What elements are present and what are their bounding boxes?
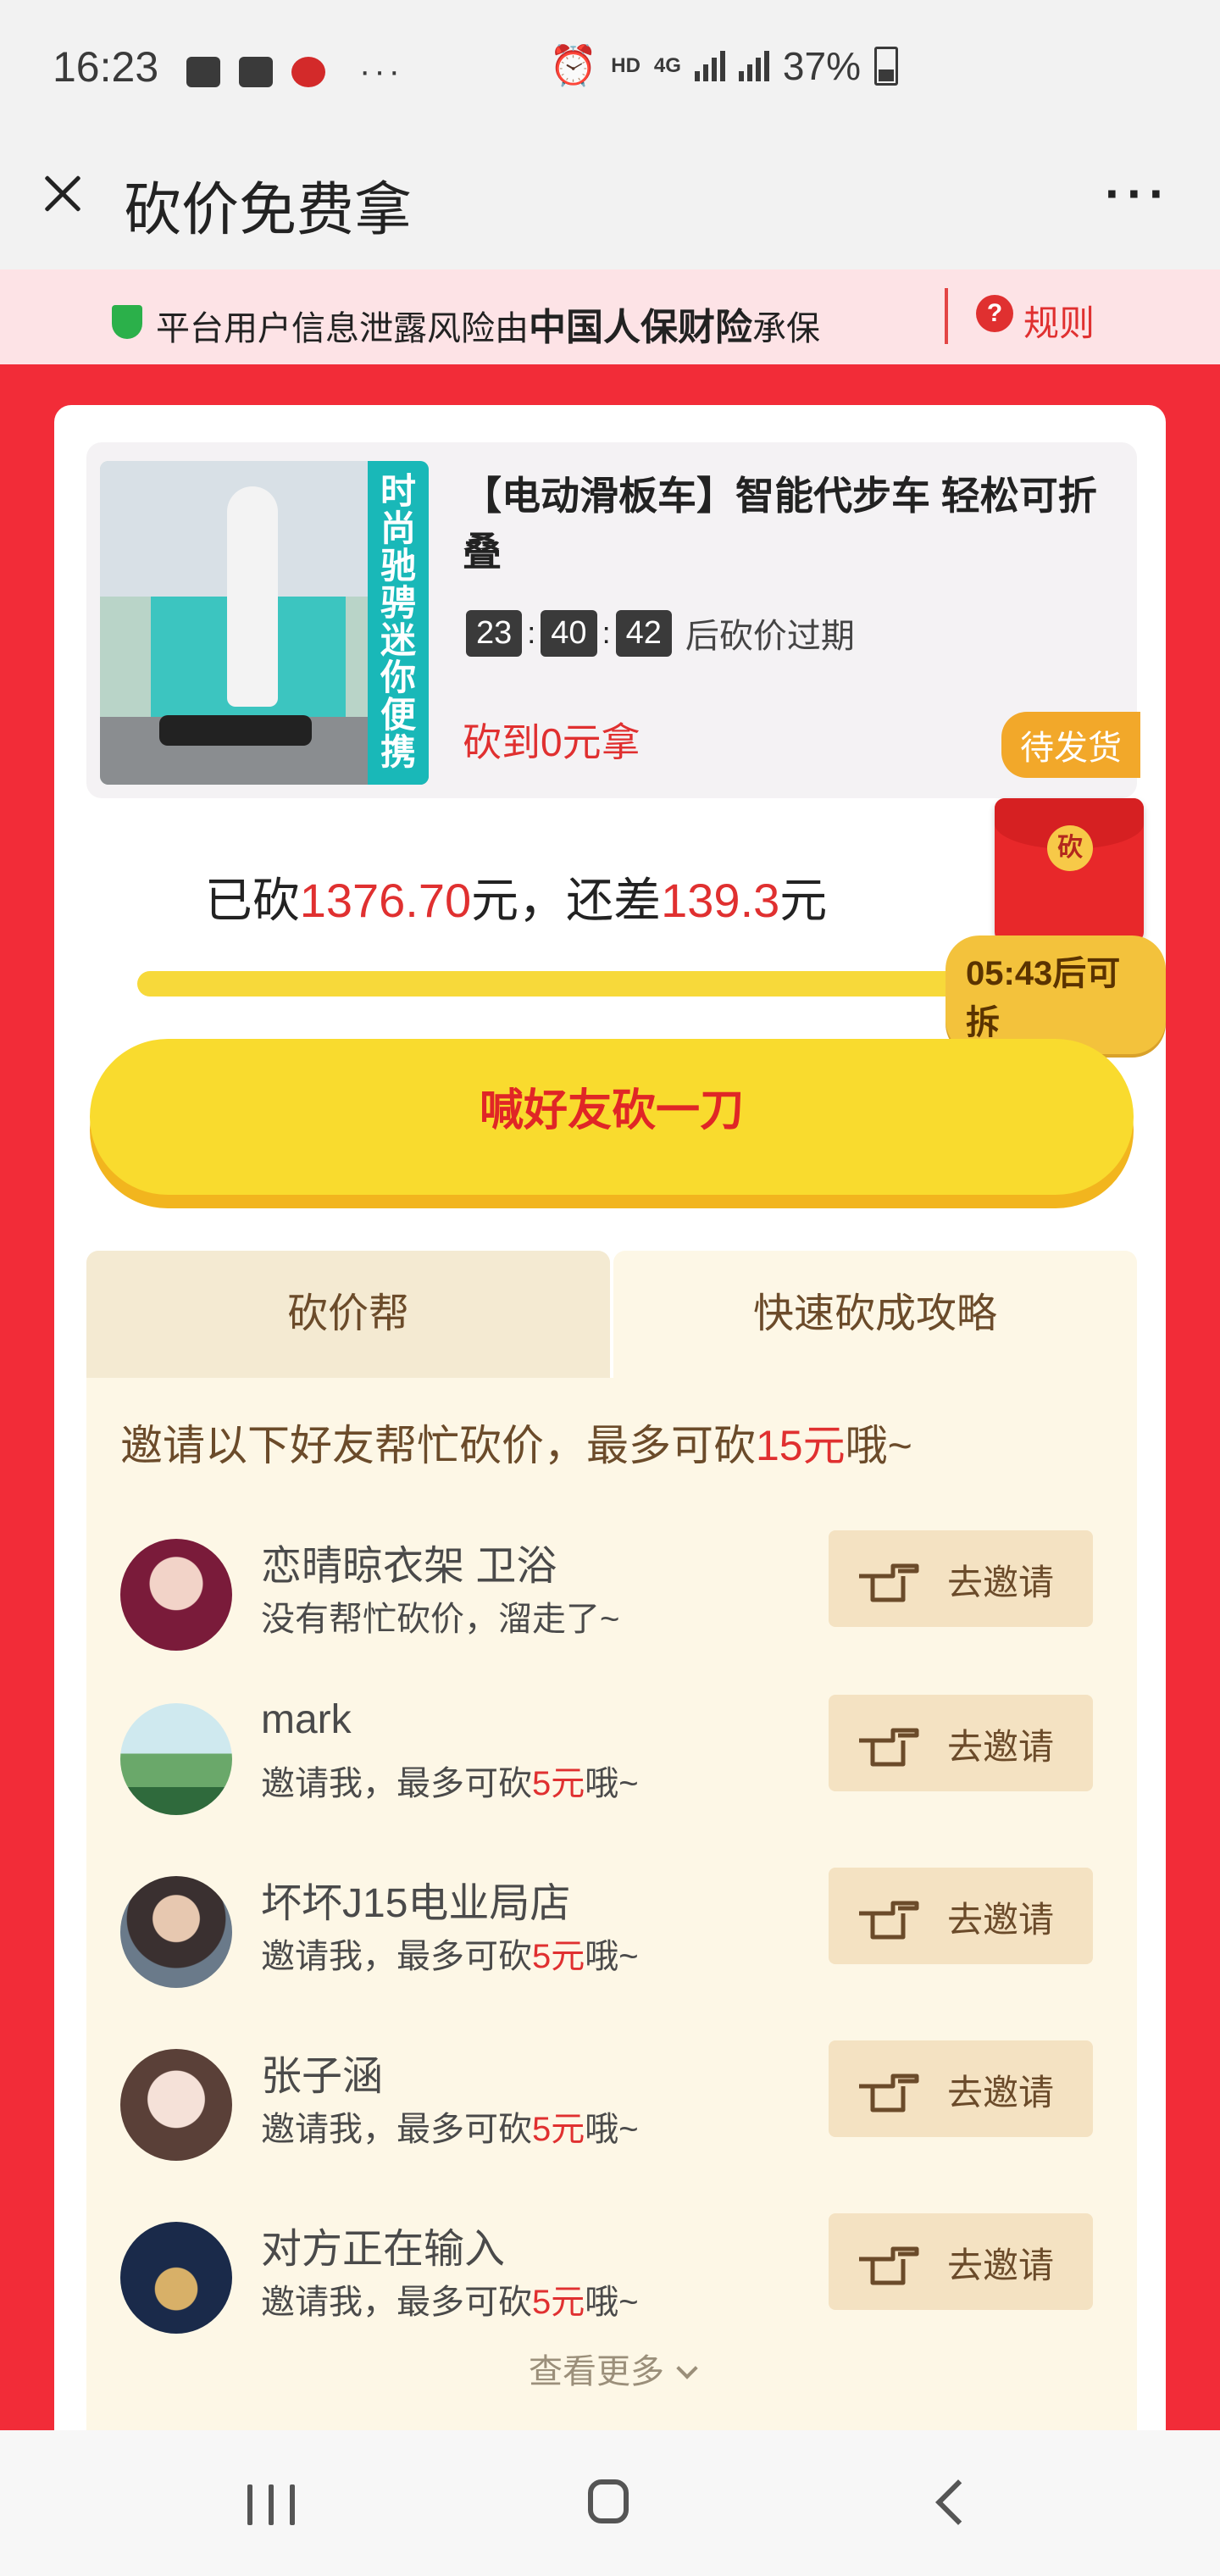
invite-cut-button[interactable]: 喊好友砍一刀	[90, 1039, 1134, 1195]
invite-button[interactable]: 去邀请	[829, 1530, 1093, 1627]
remaining-amount: 139.3	[661, 874, 780, 927]
system-icons: ⏰ HD 4G 37%	[549, 42, 898, 89]
recents-icon[interactable]	[247, 2484, 295, 2525]
product-price-text: 砍到0元拿	[463, 720, 640, 764]
pointing-hand-icon	[859, 1901, 919, 1940]
signal-icon	[694, 50, 725, 81]
countdown-hours: 23	[466, 609, 523, 657]
friend-name: 对方正在输入	[261, 2227, 506, 2272]
pointing-hand-icon	[859, 2246, 919, 2285]
gallery-icon	[186, 56, 220, 87]
bargain-card: 时尚驰骋 迷你便携 【电动滑板车】智能代步车 轻松可折叠 23 : 40 : 4…	[54, 405, 1166, 2430]
countdown-seconds: 42	[615, 609, 672, 657]
countdown-minutes: 40	[541, 609, 597, 657]
status-badge: 待发货	[1001, 712, 1140, 778]
invite-button[interactable]: 去邀请	[829, 1868, 1093, 1964]
avatar	[120, 1876, 232, 1988]
network-type: 4G	[653, 53, 681, 77]
notification-icons: ···	[186, 53, 403, 91]
question-icon[interactable]: ?	[976, 295, 1013, 332]
friend-desc: 邀请我，最多可砍5元哦~	[261, 2284, 639, 2321]
system-nav-bar	[0, 2430, 1220, 2576]
friend-name: 张子涵	[261, 2054, 384, 2099]
product-image: 时尚驰骋 迷你便携	[100, 461, 429, 785]
invite-button[interactable]: 去邀请	[829, 2040, 1093, 2137]
signal-icon-2	[738, 50, 769, 81]
bargain-progress-text: 已砍1376.70元，还差139.3元	[204, 874, 828, 927]
avatar	[120, 2222, 232, 2334]
close-icon[interactable]	[36, 166, 90, 220]
invite-button-label: 去邀请	[947, 1900, 1055, 1940]
bank-icon	[291, 56, 325, 87]
product-image-caption: 时尚驰骋 迷你便携	[368, 461, 429, 785]
shield-icon	[112, 305, 142, 339]
rules-link[interactable]: 规则	[1023, 295, 1095, 347]
title-bar: 砍价免费拿 ···	[0, 144, 1220, 269]
list-item: 张子涵 邀请我，最多可砍5元哦~ 去邀请	[86, 2040, 1137, 2210]
invite-button[interactable]: 去邀请	[829, 2213, 1093, 2310]
unlock-timer-badge: 05:43后可拆	[946, 935, 1166, 1054]
red-packet[interactable]: 砍	[995, 798, 1144, 942]
pointing-hand-icon	[859, 1728, 919, 1767]
invite-button-label: 去邀请	[947, 1563, 1055, 1602]
chevron-down-icon	[676, 2357, 698, 2379]
friend-desc: 邀请我，最多可砍5元哦~	[261, 1938, 639, 1975]
list-item: 坏坏J15电业局店 邀请我，最多可砍5元哦~ 去邀请	[86, 1868, 1137, 2037]
pointing-hand-icon	[859, 2074, 919, 2112]
back-icon[interactable]	[935, 2479, 981, 2525]
cut-amount: 1376.70	[299, 874, 472, 927]
invite-hint: 邀请以下好友帮忙砍价，最多可砍15元哦~	[120, 1422, 912, 1469]
status-bar: 16:23 ··· ⏰ HD 4G 37%	[0, 0, 1220, 144]
more-menu-button[interactable]: ···	[1105, 164, 1171, 223]
invite-button-label: 去邀请	[947, 1727, 1055, 1767]
tab-quick-strategy[interactable]: 快速砍成攻略	[613, 1251, 1137, 1378]
tab-bar: 砍价帮 快速砍成攻略	[86, 1251, 1137, 1378]
notice-divider	[945, 288, 948, 344]
battery-icon	[874, 46, 898, 86]
alarm-icon: ⏰	[548, 43, 598, 87]
product-card[interactable]: 时尚驰骋 迷你便携 【电动滑板车】智能代步车 轻松可折叠 23 : 40 : 4…	[86, 442, 1140, 798]
countdown-label: 后砍价过期	[685, 618, 855, 655]
product-title: 【电动滑板车】智能代步车 轻松可折叠	[463, 474, 1097, 574]
battery-percent: 37%	[782, 43, 861, 88]
invite-button[interactable]: 去邀请	[829, 1695, 1093, 1791]
friend-desc: 邀请我，最多可砍5元哦~	[261, 2111, 639, 2148]
status-time: 16:23	[53, 43, 159, 91]
invite-cut-label: 喊好友砍一刀	[479, 1086, 744, 1135]
list-item: 恋晴晾衣架 卫浴 没有帮忙砍价，溜走了~ 去邀请	[86, 1530, 1137, 1700]
invite-button-label: 去邀请	[947, 2073, 1055, 2112]
home-icon[interactable]	[588, 2479, 629, 2523]
app-icon	[239, 56, 273, 87]
pointing-hand-icon	[859, 1563, 919, 1602]
avatar	[120, 2049, 232, 2161]
friend-name: 坏坏J15电业局店	[261, 1881, 571, 1926]
friend-desc: 没有帮忙砍价，溜走了~	[261, 1601, 620, 1638]
friend-name: mark	[261, 1697, 352, 1742]
avatar	[120, 1703, 232, 1815]
red-packet-coin-icon: 砍	[1047, 825, 1093, 871]
hd-label: HD	[611, 53, 640, 77]
tab-bargain-help[interactable]: 砍价帮	[86, 1251, 610, 1378]
friend-name: 恋晴晾衣架 卫浴	[261, 1544, 557, 1589]
see-more-link[interactable]: 查看更多	[86, 2344, 1137, 2393]
page-title: 砍价免费拿	[124, 178, 413, 242]
list-item: mark 邀请我，最多可砍5元哦~ 去邀请	[86, 1695, 1137, 1864]
expiry-countdown: 23 : 40 : 42 后砍价过期	[466, 608, 855, 658]
avatar	[120, 1539, 232, 1651]
invite-button-label: 去邀请	[947, 2246, 1055, 2285]
notice-text: 平台用户信息泄露风险由中国人保财险承保	[156, 307, 820, 348]
friend-list-panel: 邀请以下好友帮忙砍价，最多可砍15元哦~ 恋晴晾衣架 卫浴 没有帮忙砍价，溜走了…	[86, 1378, 1137, 2430]
more-icon: ···	[359, 53, 403, 90]
friend-desc: 邀请我，最多可砍5元哦~	[261, 1765, 639, 1802]
insurance-notice: 平台用户信息泄露风险由中国人保财险承保 ? 规则	[0, 269, 1220, 364]
